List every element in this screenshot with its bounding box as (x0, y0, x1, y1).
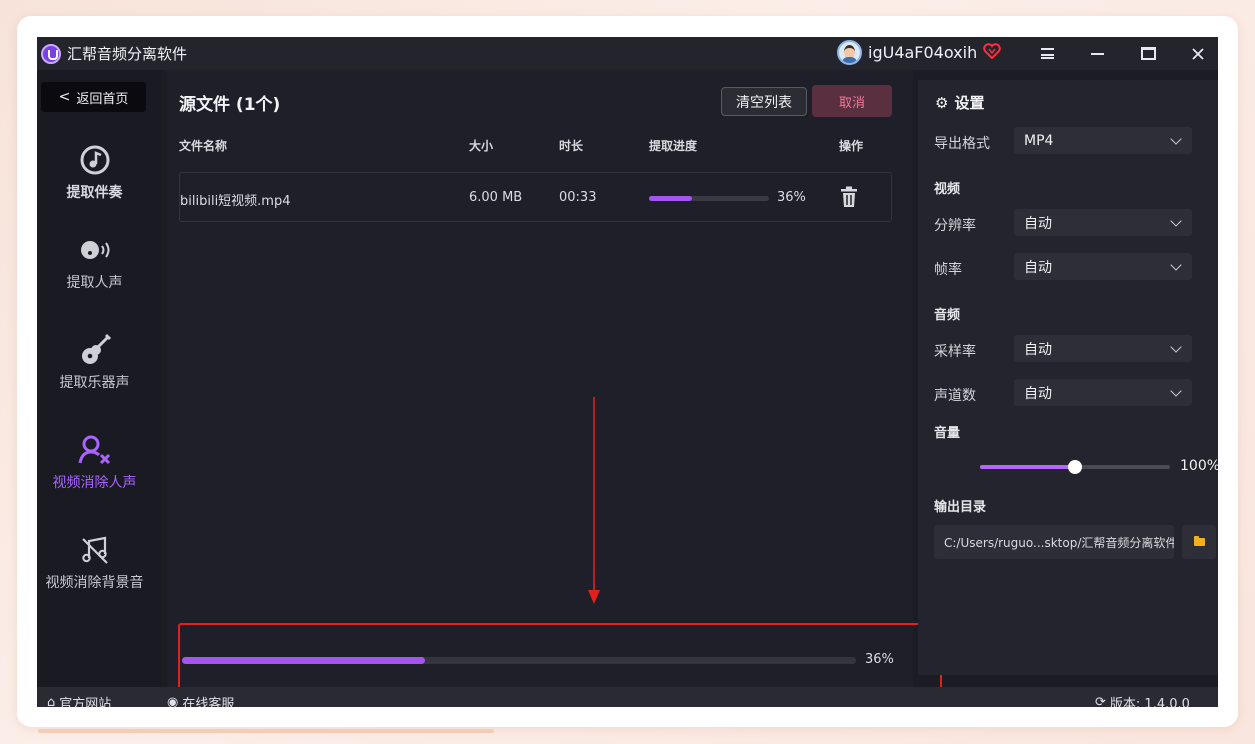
main-panel: 源文件 (1个) 清空列表 取消 文件名称 大小 时长 提取进度 操作 bili… (167, 70, 942, 690)
guitar-icon (37, 332, 152, 368)
volume-slider-thumb[interactable] (1068, 460, 1082, 474)
file-name: bilibili短视频.mp4 (180, 194, 291, 209)
resolution-label: 分辨率 (934, 218, 976, 234)
sidebar-item-extract-vocals[interactable]: 提取人声 (37, 232, 152, 292)
settings-panel: ⚙ 设置 导出格式 MP4 视频 分辨率 自动 帧率 自动 音频 采样率 自动 … (918, 80, 1218, 675)
file-size: 6.00 MB (469, 190, 523, 205)
column-header-size: 大小 (469, 139, 494, 153)
chevron-down-icon (1170, 341, 1182, 353)
export-format-label: 导出格式 (934, 136, 990, 152)
page-title: 源文件 (1个) (179, 95, 281, 115)
file-duration: 00:33 (559, 190, 597, 205)
output-section-title: 输出目录 (934, 500, 987, 515)
cancel-button[interactable]: 取消 (812, 85, 892, 117)
app-title: 汇帮音频分离软件 (67, 45, 188, 63)
minimize-button[interactable] (1072, 37, 1122, 70)
home-icon: ⌂ (47, 695, 56, 707)
status-bar: ⌂ 官方网站 ◉ 在线客服 ⟳ 版本: 1.4.0.0 (37, 687, 1218, 707)
overall-progress-fill (182, 657, 425, 664)
folder-icon (1193, 536, 1205, 546)
sidebar-item-extract-instrument[interactable]: 提取乐器声 (37, 332, 152, 392)
menu-icon (1040, 48, 1054, 59)
column-header-progress: 提取进度 (649, 139, 698, 153)
trash-icon[interactable] (840, 186, 858, 208)
sidebar: < 返回首页 提取伴奏 提取人声 提取乐器声 视频消除人声 视频消除背景音 (37, 70, 162, 687)
row-progress-percent: 36% (777, 190, 806, 205)
user-avatar[interactable] (837, 40, 862, 65)
title-bar: 汇帮音频分离软件 igU4aF04oxih (37, 37, 1218, 70)
clear-list-button[interactable]: 清空列表 (721, 87, 807, 116)
chevron-down-icon (1170, 259, 1182, 271)
chevron-down-icon (1170, 385, 1182, 397)
version-info[interactable]: ⟳ 版本: 1.4.0.0 (1095, 693, 1190, 707)
chevron-left-icon: < (58, 89, 71, 105)
chevron-down-icon (1170, 133, 1182, 145)
overall-progress-highlight: 36% (178, 623, 942, 690)
column-header-name: 文件名称 (179, 139, 228, 153)
headset-icon: ◉ (167, 695, 179, 707)
close-icon (1192, 47, 1204, 60)
table-row[interactable]: bilibili短视频.mp4 6.00 MB 00:33 36% (179, 172, 892, 222)
sidebar-item-extract-accompaniment[interactable]: 提取伴奏 (37, 142, 152, 202)
volume-slider[interactable] (980, 460, 1170, 474)
column-header-duration: 时长 (559, 139, 584, 153)
refresh-icon: ⟳ (1095, 695, 1106, 707)
export-format-select[interactable]: MP4 (1014, 127, 1192, 154)
channels-label: 声道数 (934, 388, 976, 404)
back-home-button[interactable]: < 返回首页 (41, 82, 146, 112)
volume-percent: 100% (1180, 458, 1218, 474)
sidebar-item-video-remove-background[interactable]: 视频消除背景音 (37, 532, 152, 592)
maximize-icon (1140, 47, 1156, 60)
volume-slider-fill (980, 465, 1075, 469)
music-off-icon (37, 532, 152, 568)
gear-icon: ⚙ (935, 93, 949, 112)
website-link[interactable]: ⌂ 官方网站 (47, 693, 111, 707)
column-header-actions: 操作 (839, 139, 864, 153)
close-button[interactable] (1173, 37, 1218, 70)
framerate-label: 帧率 (934, 262, 962, 278)
minimize-icon (1090, 52, 1104, 55)
voice-icon (37, 232, 152, 268)
music-note-icon (37, 142, 152, 178)
sidebar-item-video-remove-vocals[interactable]: 视频消除人声 (37, 432, 152, 492)
vip-heart-icon[interactable] (983, 42, 1001, 63)
overall-progress-bar (182, 657, 856, 664)
volume-section-title: 音量 (934, 426, 961, 441)
overall-progress-percent: 36% (865, 652, 894, 667)
framerate-select[interactable]: 自动 (1014, 253, 1192, 280)
support-link[interactable]: ◉ 在线客服 (167, 693, 234, 707)
chevron-down-icon (1170, 215, 1182, 227)
settings-title: ⚙ 设置 (935, 93, 985, 113)
samplerate-label: 采样率 (934, 344, 976, 360)
app-logo-icon (41, 43, 61, 64)
row-progress-fill (649, 196, 693, 201)
decorative-line (38, 729, 494, 733)
samplerate-select[interactable]: 自动 (1014, 335, 1192, 362)
maximize-button[interactable] (1123, 37, 1173, 70)
annotation-arrow-icon (588, 397, 600, 604)
video-section-title: 视频 (934, 182, 961, 197)
menu-button[interactable] (1022, 37, 1072, 70)
row-progress-bar (649, 196, 769, 201)
user-remove-icon (37, 432, 152, 468)
output-path-field[interactable]: C:/Users/ruguo...sktop/汇帮音频分离软件 (934, 525, 1174, 559)
audio-section-title: 音频 (934, 308, 961, 323)
browse-folder-button[interactable] (1182, 525, 1216, 559)
user-area[interactable]: igU4aF04oxih (837, 40, 1001, 65)
channels-select[interactable]: 自动 (1014, 379, 1192, 406)
username[interactable]: igU4aF04oxih (868, 43, 977, 62)
resolution-select[interactable]: 自动 (1014, 209, 1192, 236)
app-window: 汇帮音频分离软件 igU4aF04oxih < 返回首页 提取伴奏 提取人声 提… (37, 37, 1218, 707)
